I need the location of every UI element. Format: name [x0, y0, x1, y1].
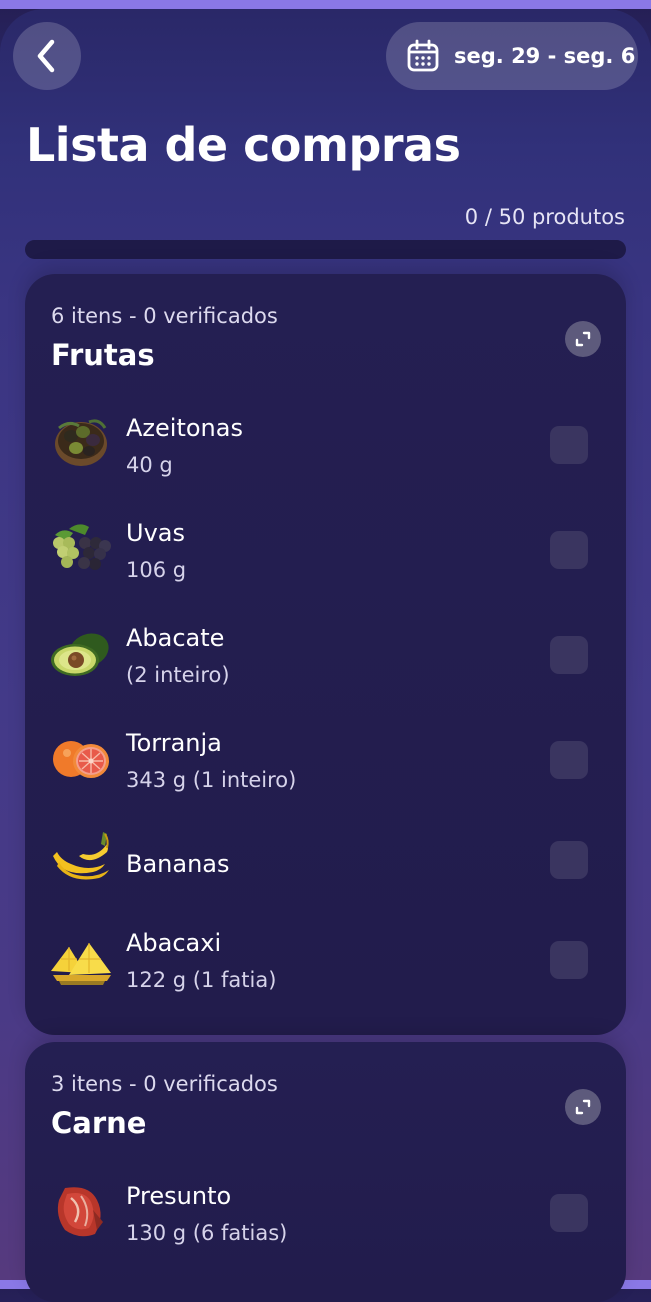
pineapple-image: [51, 943, 111, 985]
expand-icon: [575, 331, 591, 347]
list-item[interactable]: Bananas: [25, 822, 626, 922]
date-range-label: seg. 29 - seg. 6: [454, 44, 636, 68]
list-item[interactable]: Presunto 130 g (6 fatias): [25, 1170, 626, 1270]
item-checkbox[interactable]: [550, 841, 588, 879]
item-name: Abacate: [126, 624, 225, 652]
olives-image: [55, 419, 107, 466]
date-range-button[interactable]: seg. 29 - seg. 6: [386, 22, 638, 90]
progress-bar: [25, 240, 626, 259]
item-checkbox[interactable]: [550, 741, 588, 779]
item-checkbox[interactable]: [550, 531, 588, 569]
item-checkbox[interactable]: [550, 426, 588, 464]
item-name: Abacaxi: [126, 929, 222, 957]
page-title: Lista de compras: [26, 118, 461, 172]
list-item[interactable]: Abacaxi 122 g (1 fatia): [25, 917, 626, 1017]
progress-count: 0 / 50 produtos: [464, 205, 625, 229]
back-button[interactable]: [13, 22, 81, 90]
category-card-carne: 3 itens - 0 verificados Carne Presunto 1…: [25, 1042, 626, 1302]
list-item[interactable]: Azeitonas 40 g: [25, 402, 626, 502]
item-name: Uvas: [126, 519, 185, 547]
item-quantity: (2 inteiro): [126, 663, 230, 687]
banana-image: [53, 832, 109, 880]
item-quantity: 130 g (6 fatias): [126, 1221, 288, 1245]
item-quantity: 40 g: [126, 453, 173, 477]
item-checkbox[interactable]: [550, 636, 588, 674]
category-title: Carne: [51, 1106, 147, 1140]
calendar-icon: [407, 39, 439, 72]
list-item[interactable]: Torranja 343 g (1 inteiro): [25, 717, 626, 817]
avocado-image: [51, 633, 109, 676]
list-item[interactable]: Abacate (2 inteiro): [25, 612, 626, 712]
item-name: Azeitonas: [126, 414, 243, 442]
category-summary: 3 itens - 0 verificados: [51, 1072, 278, 1096]
item-quantity: 122 g (1 fatia): [126, 968, 277, 992]
category-card-frutas: 6 itens - 0 verificados Frutas Azeitonas…: [25, 274, 626, 1035]
expand-icon: [575, 1099, 591, 1115]
chevron-left-icon: [37, 39, 55, 73]
grapefruit-image: [53, 741, 109, 778]
item-name: Bananas: [126, 850, 230, 878]
category-title: Frutas: [51, 338, 155, 372]
expand-button[interactable]: [565, 321, 601, 357]
list-item[interactable]: Uvas 106 g: [25, 507, 626, 607]
item-name: Presunto: [126, 1182, 232, 1210]
item-quantity: 343 g (1 inteiro): [126, 768, 297, 792]
ham-image: [57, 1187, 103, 1237]
category-summary: 6 itens - 0 verificados: [51, 304, 278, 328]
item-checkbox[interactable]: [550, 1194, 588, 1232]
item-quantity: 106 g: [126, 558, 187, 582]
item-name: Torranja: [126, 729, 222, 757]
grapes-image: [53, 524, 111, 570]
item-checkbox[interactable]: [550, 941, 588, 979]
expand-button[interactable]: [565, 1089, 601, 1125]
